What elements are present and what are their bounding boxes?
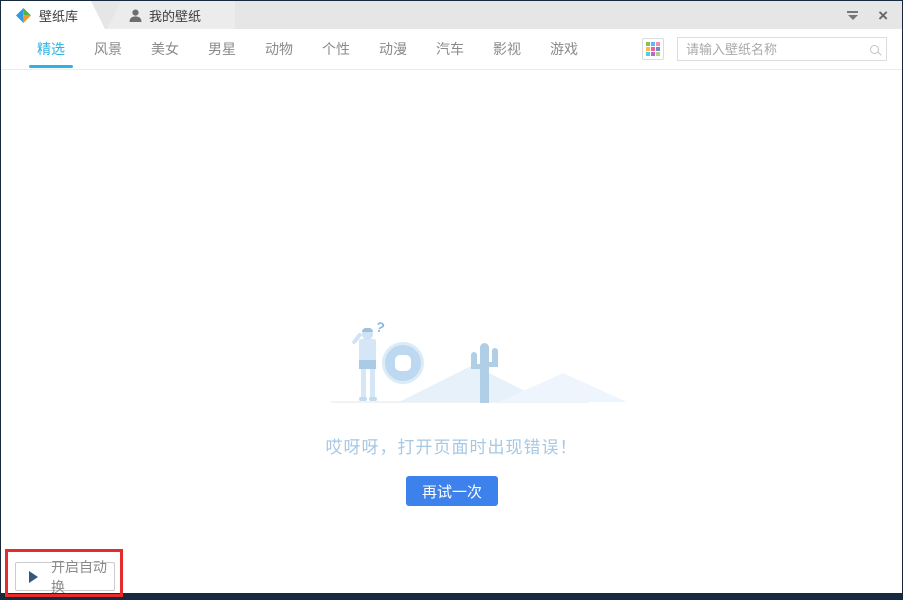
wallpaper-app-window: 壁纸库 我的壁纸 × 精选 风景 美女 男星 动物 个性 动漫 汽车 影视 游戏 — [0, 0, 903, 600]
nav-tab-games[interactable]: 游戏 — [547, 29, 581, 69]
nav-tab-animals[interactable]: 动物 — [262, 29, 296, 69]
main-content: ? 哎呀呀，打开页面时出现错误！ 再试一次 系统之家 上传壁纸 — [1, 71, 902, 593]
play-icon — [29, 571, 38, 583]
window-bottom-border — [1, 593, 902, 600]
search-icon[interactable] — [870, 45, 879, 54]
nav-tab-cars[interactable]: 汽车 — [433, 29, 467, 69]
nav-tab-scenery[interactable]: 风景 — [91, 29, 125, 69]
nav-tab-personality[interactable]: 个性 — [319, 29, 353, 69]
error-message: 哎呀呀，打开页面时出现错误！ — [1, 433, 902, 458]
titlebar: 壁纸库 我的壁纸 × — [1, 1, 902, 29]
navbar-right-tools — [642, 37, 887, 61]
tab-wallpaper-library-label: 壁纸库 — [39, 6, 78, 25]
question-mark-glyph: ? — [374, 318, 386, 336]
lifebuoy-illustration — [382, 342, 424, 384]
nav-tab-beauty[interactable]: 美女 — [148, 29, 182, 69]
auto-change-button[interactable]: 开启自动换 — [15, 562, 115, 591]
retry-button[interactable]: 再试一次 — [406, 476, 498, 506]
tab-my-wallpapers-label: 我的壁纸 — [149, 6, 201, 25]
search-input[interactable] — [678, 42, 870, 57]
auto-change-label: 开启自动换 — [51, 557, 114, 597]
tab-wallpaper-library[interactable]: 壁纸库 — [1, 1, 105, 29]
mountain-illustration — [499, 373, 627, 402]
search-box — [677, 37, 887, 61]
nav-tab-male-stars[interactable]: 男星 — [205, 29, 239, 69]
nav-tab-anime[interactable]: 动漫 — [376, 29, 410, 69]
close-icon[interactable]: × — [878, 7, 888, 24]
category-navbar: 精选 风景 美女 男星 动物 个性 动漫 汽车 影视 游戏 — [1, 29, 902, 70]
tab-my-wallpapers[interactable]: 我的壁纸 — [107, 1, 235, 29]
window-controls: × — [847, 1, 888, 29]
app-logo-icon — [15, 7, 32, 24]
nav-tab-movies[interactable]: 影视 — [490, 29, 524, 69]
user-icon — [129, 9, 142, 22]
category-grid-icon[interactable] — [642, 38, 664, 60]
nav-tab-featured[interactable]: 精选 — [34, 29, 68, 69]
minimize-menu-icon[interactable] — [847, 11, 858, 20]
